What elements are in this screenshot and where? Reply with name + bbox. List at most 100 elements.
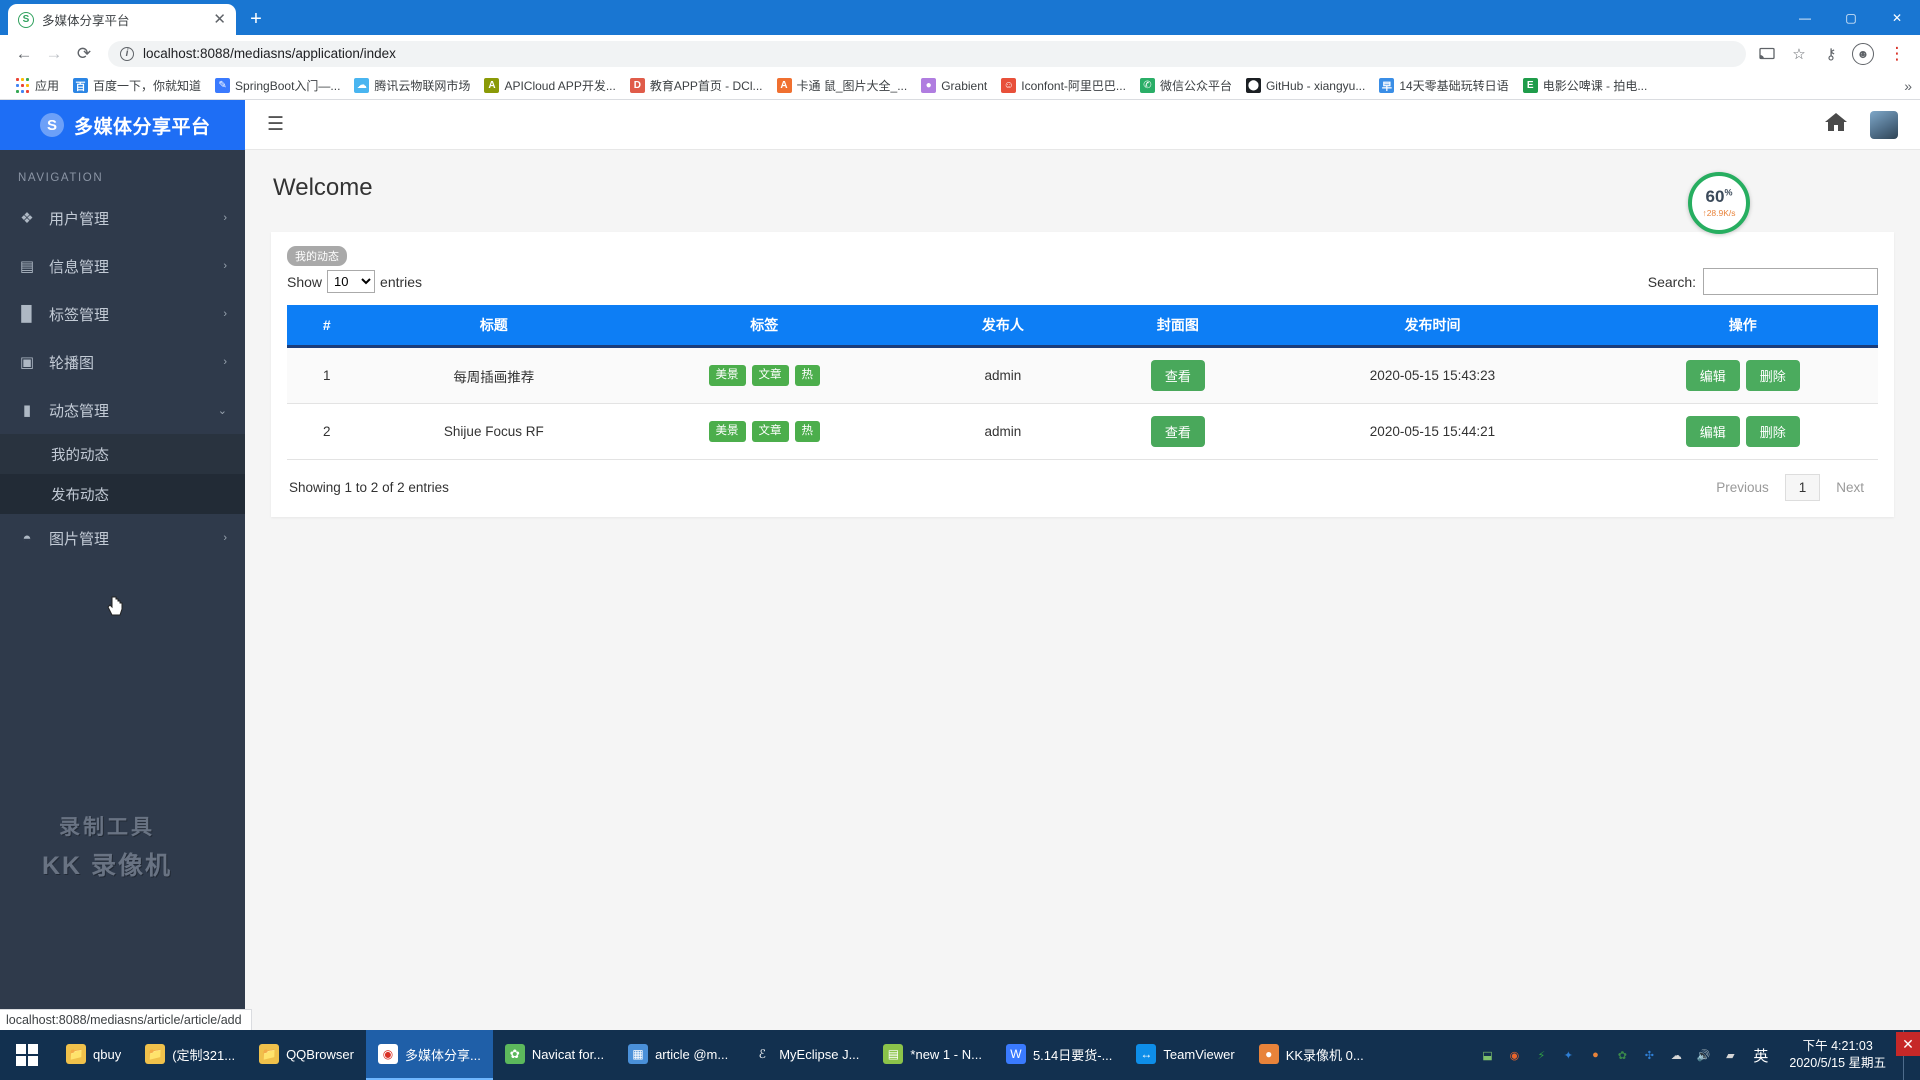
column-header[interactable]: 发布时间 xyxy=(1257,305,1608,348)
cell-index: 2 xyxy=(287,403,367,460)
column-header[interactable]: 标签 xyxy=(621,305,908,348)
network-icon[interactable]: ▰ xyxy=(1720,1045,1740,1065)
profile-icon[interactable]: ☻ xyxy=(1852,42,1874,65)
menu-toggle-icon[interactable]: ☰ xyxy=(267,113,284,136)
taskbar-item[interactable]: ▤ *new 1 - N... xyxy=(871,1030,994,1080)
new-tab-button[interactable]: + xyxy=(242,5,270,33)
sidebar-item-label: 用户管理 xyxy=(49,210,110,228)
taskbar-item[interactable]: ▦ article @m... xyxy=(616,1030,740,1080)
thunder-icon[interactable]: ⚡ xyxy=(1531,1045,1551,1065)
sidebar-item-label: 图片管理 xyxy=(49,530,110,548)
user-avatar[interactable] xyxy=(1870,110,1898,139)
shield-icon[interactable]: ◉ xyxy=(1504,1045,1524,1065)
bookmark-item[interactable]: E 电影公啤课 - 拍电... xyxy=(1516,74,1655,97)
bookmark-item[interactable]: 早 14天零基础玩转日语 xyxy=(1372,74,1515,97)
search-input[interactable] xyxy=(1703,268,1878,295)
forward-icon[interactable]: → xyxy=(40,40,68,68)
delete-button[interactable]: 删除 xyxy=(1745,360,1800,391)
bookmark-star-icon[interactable]: ☆ xyxy=(1788,43,1810,65)
tag-badge: 美景 xyxy=(708,365,746,386)
page-length-select[interactable]: 102550100 xyxy=(327,270,376,293)
network-speed-meter: 60% ↑28.9K/s xyxy=(1688,172,1750,234)
reload-icon[interactable]: ⟳ xyxy=(70,40,98,68)
kk-tray-icon[interactable]: ● xyxy=(1585,1045,1605,1065)
sidebar-item-1[interactable]: ▤ 信息管理 › xyxy=(0,242,245,290)
cast-icon[interactable] xyxy=(1756,43,1778,65)
antivirus-icon[interactable]: ✦ xyxy=(1558,1045,1578,1065)
site-info-icon[interactable]: i xyxy=(120,46,134,61)
bookmark-item[interactable]: 应用 xyxy=(8,74,66,97)
pagination-previous[interactable]: Previous xyxy=(1704,474,1781,501)
settings-icon[interactable]: ✿ xyxy=(1612,1045,1632,1065)
taskbar-item[interactable]: 📁 (定制321... xyxy=(133,1030,247,1080)
taskbar-item[interactable]: ◉ 多媒体分享... xyxy=(365,1030,493,1080)
bookmark-item[interactable]: A 卡通 鼠_图片大全_... xyxy=(770,74,915,97)
bookmark-label: 教育APP首页 - DCl... xyxy=(649,79,763,93)
file-icon: ▤ xyxy=(19,258,35,275)
pagination-next[interactable]: Next xyxy=(1824,474,1876,501)
bookmark-item[interactable]: A APICloud APP开发... xyxy=(477,74,622,97)
notepadpp-icon: ▤ xyxy=(883,1044,904,1064)
close-window-button[interactable]: ✕ xyxy=(1874,0,1920,35)
browser-tab[interactable]: S 多媒体分享平台 ✕ xyxy=(8,4,236,35)
bluetooth-icon[interactable]: ✣ xyxy=(1639,1045,1659,1065)
minimize-button[interactable]: — xyxy=(1782,0,1828,35)
page-viewport: S 多媒体分享平台 NAVIGATION ❖ 用户管理 › ▤ 信息管理 › ▉ 标签管理 › ▣… xyxy=(0,100,1920,1030)
volume-icon[interactable]: 🔊 xyxy=(1693,1045,1713,1065)
column-header[interactable]: 操作 xyxy=(1607,305,1878,348)
sidebar-subitem-0[interactable]: 我的动态 xyxy=(0,434,245,474)
address-bar[interactable]: i localhost:8088/mediasns/application/in… xyxy=(108,40,1746,67)
cloud-icon[interactable]: ☁ xyxy=(1666,1045,1686,1065)
sidebar-item-2[interactable]: ▉ 标签管理 › xyxy=(0,290,245,338)
column-header[interactable]: 封面图 xyxy=(1098,305,1258,348)
column-header[interactable]: 标题 xyxy=(366,305,622,348)
bookmark-item[interactable]: ☺ Iconfont-阿里巴巴... xyxy=(994,74,1133,97)
column-header[interactable]: # xyxy=(287,305,367,348)
bookmark-item[interactable]: 百百度一下，你就知道 xyxy=(66,74,208,97)
bookmark-item[interactable]: ✎ SpringBoot入门—... xyxy=(208,74,347,97)
bookmark-item[interactable]: ☁ 腾讯云物联网市场 xyxy=(347,74,477,97)
browser-toolbar: ← → ⟳ i localhost:8088/mediasns/applicat… xyxy=(0,35,1920,72)
key-icon[interactable]: ⚷ xyxy=(1820,43,1842,65)
bookmark-item[interactable]: ● Grabient xyxy=(914,75,994,96)
sidebar-item-0[interactable]: ❖ 用户管理 › xyxy=(0,194,245,242)
bookmark-item[interactable]: ✆ 微信公众平台 xyxy=(1133,74,1239,97)
sidebar-subitem-1[interactable]: 发布动态 xyxy=(0,474,245,514)
back-icon[interactable]: ← xyxy=(10,40,38,68)
sidebar-item-after-0[interactable]: ◓ 图片管理 › xyxy=(0,514,245,562)
sidebar-item-4[interactable]: ▮ 动态管理 ⌄ xyxy=(0,386,245,434)
ime-indicator[interactable]: 英 xyxy=(1749,1045,1772,1066)
close-tab-icon[interactable]: ✕ xyxy=(213,12,226,27)
start-button[interactable] xyxy=(0,1030,54,1080)
cell-author: admin xyxy=(907,346,1099,404)
view-cover-button[interactable]: 查看 xyxy=(1150,416,1205,447)
taskbar-item[interactable]: 📁 QQBrowser xyxy=(247,1030,366,1080)
home-icon[interactable] xyxy=(1824,111,1848,139)
column-header[interactable]: 发布人 xyxy=(907,305,1099,348)
edit-button[interactable]: 编辑 xyxy=(1685,360,1740,391)
taskbar-item[interactable]: W 5.14日要货-... xyxy=(994,1030,1124,1080)
pagination-page-1[interactable]: 1 xyxy=(1784,474,1821,501)
taskbar-item[interactable]: ● KK录像机 0... xyxy=(1247,1030,1376,1080)
chrome-icon: ◉ xyxy=(377,1044,398,1064)
bookmark-item[interactable]: ⬤ GitHub - xiangyu... xyxy=(1239,75,1372,96)
usb-icon[interactable]: ⬓ xyxy=(1477,1045,1497,1065)
cell-cover: 查看 xyxy=(1098,403,1258,460)
taskbar-item[interactable]: ℰ MyEclipse J... xyxy=(740,1030,871,1080)
chrome-menu-icon[interactable]: ⋮ xyxy=(1884,41,1910,67)
view-cover-button[interactable]: 查看 xyxy=(1150,360,1205,391)
maximize-button[interactable]: ▢ xyxy=(1828,0,1874,35)
taskbar-item[interactable]: 📁 qbuy xyxy=(54,1030,133,1080)
bookmark-item[interactable]: D 教育APP首页 - DCl... xyxy=(623,74,770,97)
cell-time: 2020-05-15 15:44:21 xyxy=(1257,403,1608,460)
bookmarks-overflow-icon[interactable]: » xyxy=(1904,78,1912,94)
taskbar-item-label: QQBrowser xyxy=(286,1046,354,1062)
delete-button[interactable]: 删除 xyxy=(1745,416,1800,447)
taskbar-item[interactable]: ↔ TeamViewer xyxy=(1124,1030,1246,1080)
sidebar-item-3[interactable]: ▣ 轮播图 › xyxy=(0,338,245,386)
taskbar-item[interactable]: ✿ Navicat for... xyxy=(493,1030,616,1080)
edit-button[interactable]: 编辑 xyxy=(1685,416,1740,447)
taskbar-clock[interactable]: 下午 4:21:03 2020/5/15 星期五 xyxy=(1781,1038,1894,1072)
recorder-close-button[interactable]: ✕ xyxy=(1896,1032,1920,1056)
bookmark-label: 腾讯云物联网市场 xyxy=(374,79,471,93)
